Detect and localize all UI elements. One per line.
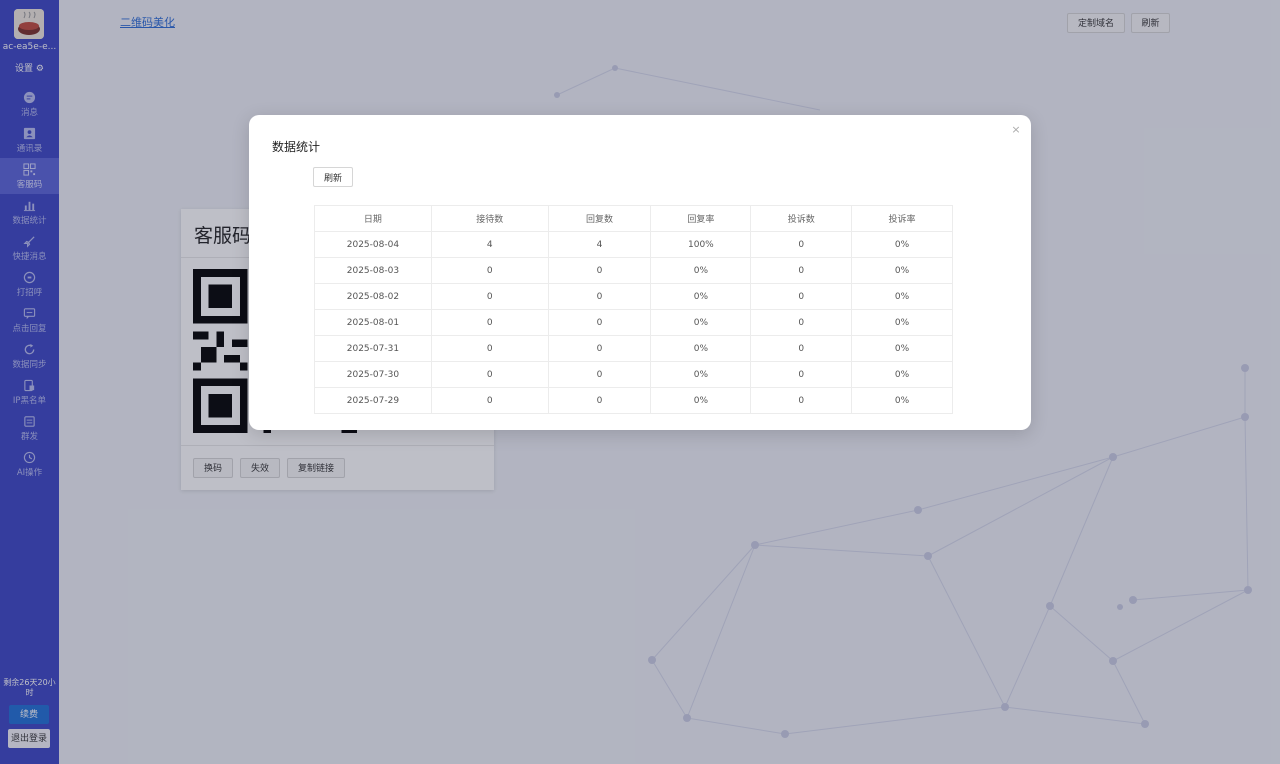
table-cell: 0 (750, 361, 853, 388)
table-cell: 0 (430, 309, 549, 336)
table-cell: 0 (430, 283, 549, 310)
table-cell: 0% (650, 257, 752, 284)
table-cell: 0 (547, 257, 652, 284)
statistics-table: 日期 接待数 回复数 回复率 投诉数 投诉率 2025-08-04 4 4 10… (314, 205, 953, 414)
table-cell: 0 (547, 309, 652, 336)
table-row: 2025-07-31 0 0 0% 0 0% (314, 335, 953, 362)
table-cell: 2025-08-03 (314, 257, 432, 284)
table-cell: 0 (750, 387, 853, 414)
column-header: 投诉率 (851, 205, 953, 232)
table-cell: 0 (430, 361, 549, 388)
table-cell: 0% (851, 361, 953, 388)
table-cell: 4 (547, 231, 652, 258)
table-cell: 2025-08-02 (314, 283, 432, 310)
table-row: 2025-08-03 0 0 0% 0 0% (314, 257, 953, 284)
column-header: 回复率 (650, 205, 752, 232)
modal-refresh-button[interactable]: 刷新 (313, 167, 353, 187)
table-cell: 2025-08-01 (314, 309, 432, 336)
table-cell: 0 (430, 257, 549, 284)
table-cell: 0 (547, 283, 652, 310)
table-cell: 0% (650, 387, 752, 414)
table-cell: 0% (650, 335, 752, 362)
table-cell: 0% (851, 257, 953, 284)
table-cell: 100% (650, 231, 752, 258)
table-cell: 0% (851, 231, 953, 258)
table-cell: 0% (851, 309, 953, 336)
table-cell: 2025-07-30 (314, 361, 432, 388)
table-cell: 0% (851, 387, 953, 414)
close-icon[interactable]: × (1009, 123, 1023, 137)
table-cell: 0 (547, 387, 652, 414)
table-cell: 0 (750, 257, 853, 284)
column-header: 回复数 (547, 205, 652, 232)
table-cell: 0% (851, 335, 953, 362)
table-header-row: 日期 接待数 回复数 回复率 投诉数 投诉率 (314, 205, 953, 232)
table-cell: 4 (430, 231, 549, 258)
table-cell: 0 (750, 283, 853, 310)
table-row: 2025-08-01 0 0 0% 0 0% (314, 309, 953, 336)
modal-title: 数据统计 (272, 140, 321, 154)
table-cell: 0% (851, 283, 953, 310)
table-cell: 0 (430, 387, 549, 414)
column-header: 日期 (314, 205, 432, 232)
table-cell: 0% (650, 361, 752, 388)
table-row: 2025-08-04 4 4 100% 0 0% (314, 231, 953, 258)
table-cell: 0 (750, 309, 853, 336)
table-row: 2025-07-30 0 0 0% 0 0% (314, 361, 953, 388)
column-header: 接待数 (430, 205, 549, 232)
table-row: 2025-08-02 0 0 0% 0 0% (314, 283, 953, 310)
column-header: 投诉数 (750, 205, 853, 232)
table-cell: 0 (547, 361, 652, 388)
table-cell: 2025-07-29 (314, 387, 432, 414)
table-cell: 0% (650, 283, 752, 310)
table-cell: 0 (547, 335, 652, 362)
table-cell: 0 (750, 335, 853, 362)
table-cell: 0 (750, 231, 853, 258)
statistics-modal: 数据统计 × 刷新 日期 接待数 回复数 回复率 投诉数 投诉率 2025-08… (249, 115, 1031, 430)
table-row: 2025-07-29 0 0 0% 0 0% (314, 387, 953, 414)
table-cell: 0% (650, 309, 752, 336)
table-cell: 2025-08-04 (314, 231, 432, 258)
table-cell: 0 (430, 335, 549, 362)
table-cell: 2025-07-31 (314, 335, 432, 362)
